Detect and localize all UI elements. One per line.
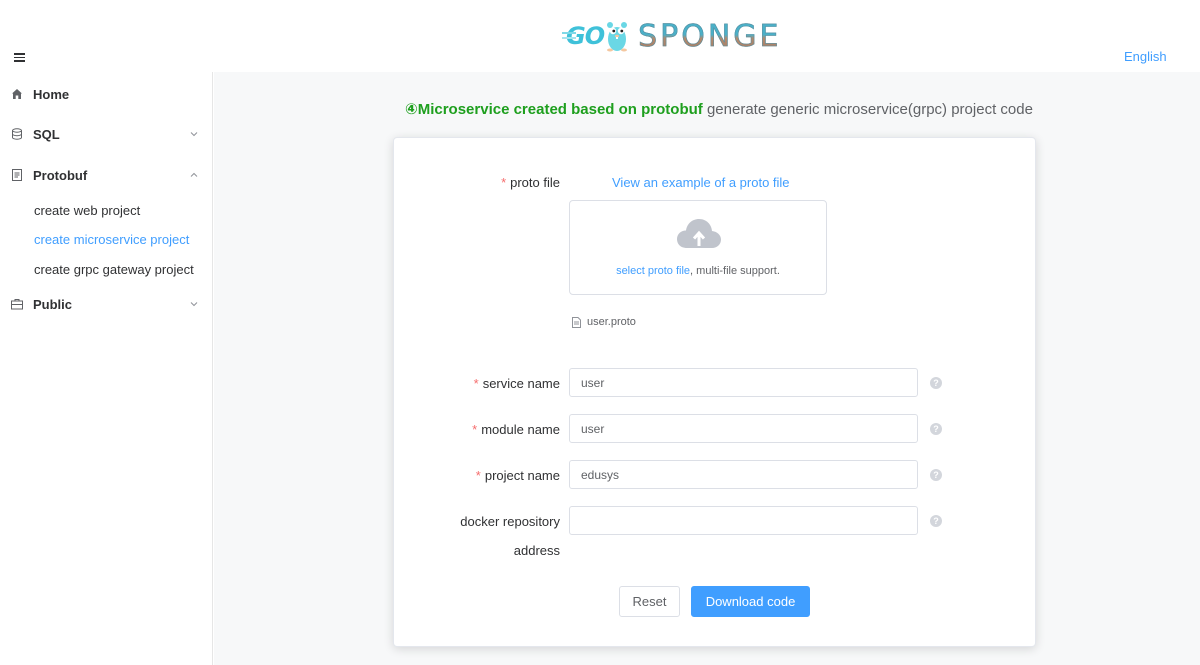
- cloud-upload-icon: [677, 219, 721, 248]
- language-switcher[interactable]: English: [1124, 49, 1167, 64]
- sidebar-subitem-microservice-project[interactable]: create microservice project: [0, 225, 212, 254]
- upload-hint: select proto file, multi-file support.: [616, 265, 780, 277]
- sidebar-item-label: Home: [33, 86, 70, 102]
- top-header: GO SPONGE English: [0, 0, 1200, 72]
- service-name-label: * service name: [473, 376, 560, 391]
- sidebar: Home SQL Protobuf create web project cre…: [0, 72, 213, 665]
- project-name-input[interactable]: [569, 460, 918, 489]
- reset-button[interactable]: Reset: [619, 586, 680, 617]
- sidebar-item-label: Public: [33, 296, 73, 312]
- select-proto-file-link[interactable]: select proto file: [616, 265, 690, 277]
- sidebar-subitem-label: create microservice project: [34, 232, 190, 247]
- module-name-help-icon[interactable]: ?: [930, 423, 942, 435]
- chevron-up-icon: [190, 172, 198, 177]
- proto-file-label: * proto file: [501, 175, 560, 190]
- home-icon: [12, 89, 22, 99]
- proto-upload-dropzone[interactable]: select proto file, multi-file support.: [569, 200, 827, 295]
- database-icon: [12, 128, 22, 140]
- sidebar-item-protobuf[interactable]: Protobuf: [0, 155, 212, 195]
- sidebar-item-label: Protobuf: [33, 167, 88, 183]
- sidebar-subitem-label: create grpc gateway project: [34, 262, 194, 277]
- module-name-label: * module name: [472, 422, 560, 437]
- docker-repository-input[interactable]: [569, 506, 918, 535]
- project-name-label: * project name: [475, 468, 560, 483]
- sponge-logo: GO SPONGE: [562, 14, 822, 58]
- sidebar-item-public[interactable]: Public: [0, 284, 212, 324]
- file-icon: [572, 316, 581, 328]
- docker-repository-label-line1: docker repository: [460, 514, 560, 529]
- sidebar-item-sql[interactable]: SQL: [0, 114, 212, 154]
- uploaded-file-name: user.proto: [587, 316, 636, 328]
- page-title-highlight: ④Microservice created based on protobuf: [405, 101, 703, 118]
- uploaded-file-item[interactable]: user.proto: [572, 315, 636, 329]
- docker-repository-label-line2: address: [513, 543, 560, 558]
- module-name-input[interactable]: [569, 414, 918, 443]
- gopher-mascot-icon: [607, 22, 628, 52]
- sidebar-subitem-label: create web project: [34, 203, 141, 218]
- sidebar-item-home[interactable]: Home: [0, 74, 212, 114]
- logo-go-text: GO: [562, 22, 605, 50]
- download-code-button[interactable]: Download code: [691, 586, 810, 617]
- menu-toggle-icon[interactable]: [14, 53, 25, 62]
- sidebar-subitem-web-project[interactable]: create web project: [0, 196, 212, 225]
- sidebar-subitem-grpc-gateway-project[interactable]: create grpc gateway project: [0, 255, 212, 284]
- briefcase-icon: [11, 299, 23, 310]
- service-name-input[interactable]: [569, 368, 918, 397]
- chevron-down-icon: [190, 302, 198, 307]
- chevron-down-icon: [190, 132, 198, 137]
- page-title-description: generate generic microservice(grpc) proj…: [702, 101, 1033, 118]
- proto-example-link[interactable]: View an example of a proto file: [612, 175, 790, 190]
- project-name-help-icon[interactable]: ?: [930, 469, 942, 481]
- docker-repository-help-icon[interactable]: ?: [930, 515, 942, 527]
- sidebar-item-label: SQL: [33, 126, 60, 142]
- logo-sponge-text: SPONGE: [638, 18, 782, 54]
- document-icon: [12, 169, 22, 181]
- service-name-help-icon[interactable]: ?: [930, 377, 942, 389]
- page-title: ④Microservice created based on protobuf …: [405, 100, 1033, 118]
